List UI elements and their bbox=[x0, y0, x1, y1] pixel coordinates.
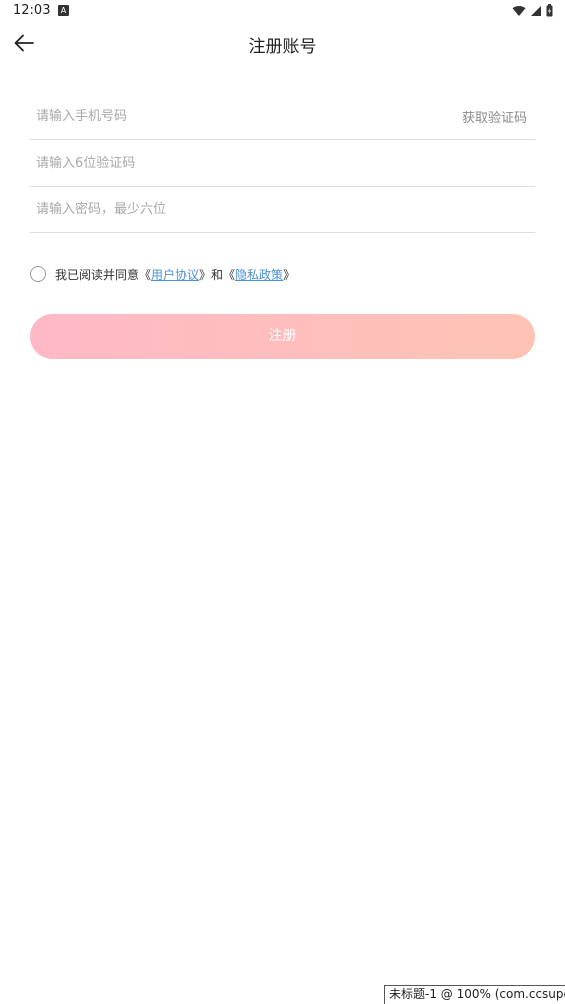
page-title: 注册账号 bbox=[248, 37, 317, 57]
password-input[interactable] bbox=[36, 186, 436, 232]
code-input[interactable] bbox=[36, 140, 436, 186]
register-button[interactable]: 注册 bbox=[30, 314, 535, 359]
get-code-button[interactable]: 获取验证码 bbox=[462, 107, 527, 126]
privacy-policy-link[interactable]: 隐私政策 bbox=[235, 266, 283, 283]
header: 注册账号 bbox=[0, 24, 565, 64]
password-field bbox=[30, 186, 535, 233]
agreement-middle: 》和《 bbox=[199, 267, 236, 282]
agreement-prefix: 我已阅读并同意《 bbox=[55, 267, 152, 282]
agreement-row: 我已阅读并同意《 用户协议 》和《 隐私政策 》 bbox=[30, 264, 295, 284]
code-field bbox=[30, 140, 535, 187]
status-bar: 12:03 A bbox=[0, 0, 565, 24]
debug-overlay: 未标题-1 @ 100% (com.ccsupe bbox=[384, 985, 565, 1004]
agreement-suffix: 》 bbox=[283, 267, 296, 282]
register-screen: 12:03 A 注册账号 获取验证码 bbox=[0, 0, 565, 1004]
agree-checkbox[interactable] bbox=[30, 266, 46, 282]
user-agreement-link[interactable]: 用户协议 bbox=[151, 266, 199, 283]
phone-field: 获取验证码 bbox=[30, 93, 535, 140]
status-icons bbox=[512, 4, 553, 17]
phone-input[interactable] bbox=[36, 93, 436, 139]
signal-icon bbox=[531, 5, 541, 16]
a-icon: A bbox=[58, 5, 69, 16]
wifi-icon bbox=[512, 5, 526, 16]
battery-icon bbox=[546, 4, 553, 17]
status-time: 12:03 bbox=[13, 3, 51, 18]
